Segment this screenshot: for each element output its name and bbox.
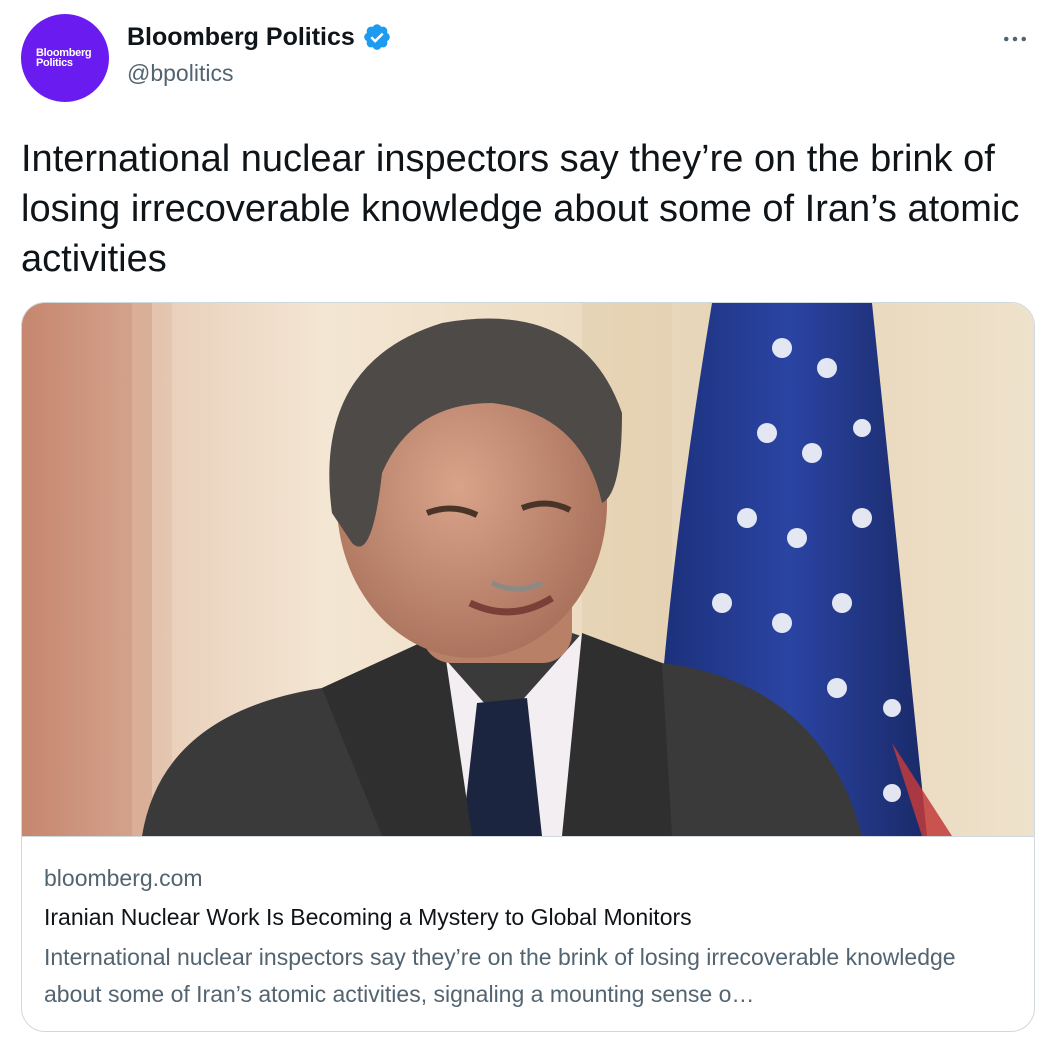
author-handle[interactable]: @bpolitics: [127, 60, 233, 87]
card-description: International nuclear inspectors say the…: [44, 944, 956, 1007]
card-title[interactable]: Iranian Nuclear Work Is Becoming a Myste…: [44, 904, 692, 931]
more-horizontal-icon: [1004, 36, 1026, 42]
more-options-button[interactable]: [998, 22, 1032, 56]
tweet-text: International nuclear inspectors say the…: [21, 138, 1020, 280]
tweet: Bloomberg Politics Bloomberg Politics @b…: [0, 0, 1054, 1054]
avatar[interactable]: Bloomberg Politics: [21, 14, 109, 102]
card-divider: [22, 836, 1034, 837]
card-image: [22, 303, 1034, 836]
avatar-logo-text: Bloomberg Politics: [36, 47, 92, 69]
link-card[interactable]: bloomberg.com Iranian Nuclear Work Is Be…: [21, 302, 1035, 1032]
verified-badge-icon: [362, 22, 392, 52]
card-domain: bloomberg.com: [44, 865, 203, 891]
author-display-name[interactable]: Bloomberg Politics: [127, 23, 355, 52]
author-name-row: Bloomberg Politics: [127, 22, 392, 52]
